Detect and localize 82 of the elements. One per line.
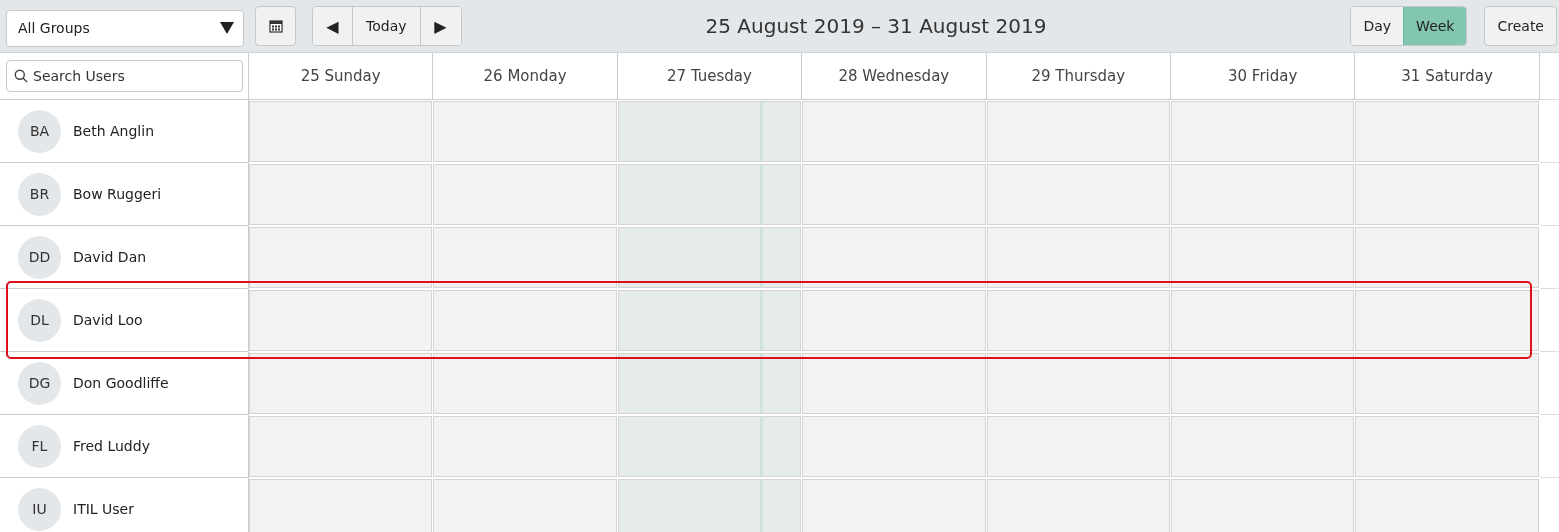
- schedule-cell[interactable]: [433, 416, 617, 477]
- schedule-cell[interactable]: [1170, 227, 1355, 288]
- schedule-cell[interactable]: [433, 227, 617, 288]
- caret-icon: [220, 22, 234, 34]
- schedule-cell[interactable]: [249, 416, 433, 477]
- day-header: 29 Thursday: [986, 53, 1171, 100]
- schedule-cell[interactable]: [1170, 164, 1355, 225]
- schedule-cell[interactable]: [1170, 416, 1355, 477]
- schedule-cell[interactable]: [1355, 164, 1539, 225]
- schedule-cell[interactable]: [986, 479, 1170, 532]
- schedule-cell[interactable]: [802, 416, 986, 477]
- user-avatar: BA: [18, 109, 61, 153]
- schedule-cell[interactable]: [1170, 101, 1355, 162]
- schedule-cell[interactable]: [249, 479, 433, 532]
- schedule-cell[interactable]: [986, 227, 1170, 288]
- schedule-cell[interactable]: [986, 416, 1170, 477]
- schedule-cell[interactable]: [802, 164, 986, 225]
- user-avatar: DG: [18, 361, 61, 405]
- schedule-cell[interactable]: [433, 290, 617, 351]
- schedule-cell[interactable]: [802, 479, 986, 532]
- view-toggle[interactable]: Week: [1403, 7, 1467, 45]
- user-avatar: DL: [18, 298, 61, 342]
- user-name: Bow Ruggeri: [73, 186, 162, 202]
- schedule-cell[interactable]: [1170, 290, 1355, 351]
- schedule-cell[interactable]: [1355, 101, 1539, 162]
- schedule-cell[interactable]: [1355, 227, 1539, 288]
- previous-button[interactable]: ◀: [313, 7, 353, 45]
- schedule-cell[interactable]: [1355, 416, 1539, 477]
- user-name: Fred Luddy: [73, 438, 150, 454]
- user-avatar: DD: [18, 235, 61, 279]
- schedule-cell[interactable]: [433, 479, 617, 532]
- schedule-cell[interactable]: [617, 101, 802, 162]
- schedule-cell[interactable]: [249, 290, 433, 351]
- user-name: Don Goodliffe: [73, 375, 169, 391]
- date-range-title: 25 August 2019 – 31 August 2019: [704, 14, 1048, 38]
- calendar-button[interactable]: [255, 6, 296, 46]
- search-field[interactable]: Search Users: [6, 60, 243, 92]
- schedule-cell[interactable]: [1170, 353, 1355, 414]
- user-name: Beth Anglin: [73, 123, 155, 139]
- schedule-cell[interactable]: [802, 101, 986, 162]
- schedule-cell[interactable]: [249, 353, 433, 414]
- user-name: David Loo: [73, 312, 143, 328]
- schedule-cell[interactable]: [617, 416, 802, 477]
- user-avatar: IU: [18, 487, 61, 531]
- day-header: 26 Monday: [433, 53, 618, 100]
- schedule-cell[interactable]: [986, 101, 1170, 162]
- next-button[interactable]: ▶: [420, 7, 461, 45]
- day-header: 31 Saturday: [1355, 53, 1540, 100]
- schedule-cell[interactable]: [433, 101, 617, 162]
- schedule-cell[interactable]: [433, 164, 617, 225]
- calendar-icon: [268, 19, 283, 33]
- schedule-cell[interactable]: [249, 101, 433, 162]
- schedule-cell[interactable]: [617, 479, 802, 532]
- schedule-cell[interactable]: [1355, 290, 1539, 351]
- schedule-cell[interactable]: [802, 353, 986, 414]
- day-header: 30 Friday: [1170, 53, 1356, 100]
- schedule-cell[interactable]: [249, 164, 433, 225]
- user-name: ITIL User: [73, 501, 134, 517]
- day-header: 28 Wednesday: [802, 53, 987, 100]
- schedule-cell[interactable]: [986, 164, 1170, 225]
- view-toggle[interactable]: Day: [1351, 7, 1404, 45]
- schedule-cell[interactable]: [1170, 479, 1355, 532]
- schedule-cell[interactable]: [433, 353, 617, 414]
- schedule-cell[interactable]: [617, 290, 802, 351]
- schedule-cell[interactable]: [249, 227, 433, 288]
- schedule-cell[interactable]: [617, 164, 802, 225]
- schedule-cell[interactable]: [802, 290, 986, 351]
- schedule-cell[interactable]: [986, 290, 1170, 351]
- group-select[interactable]: All Groups: [6, 9, 244, 47]
- user-name: David Dan: [73, 249, 147, 265]
- day-header: 25 Sunday: [249, 53, 434, 100]
- schedule-cell[interactable]: [617, 353, 802, 414]
- schedule-cell[interactable]: [986, 353, 1170, 414]
- today-button[interactable]: Today: [353, 7, 421, 45]
- schedule-cell[interactable]: [617, 227, 802, 288]
- create-button[interactable]: Create: [1484, 6, 1557, 46]
- user-avatar: BR: [18, 172, 61, 216]
- day-header: 27 Tuesday: [617, 53, 803, 100]
- schedule-cell[interactable]: [802, 227, 986, 288]
- user-avatar: FL: [18, 424, 61, 468]
- schedule-cell[interactable]: [1355, 479, 1539, 532]
- schedule-cell[interactable]: [1355, 353, 1539, 414]
